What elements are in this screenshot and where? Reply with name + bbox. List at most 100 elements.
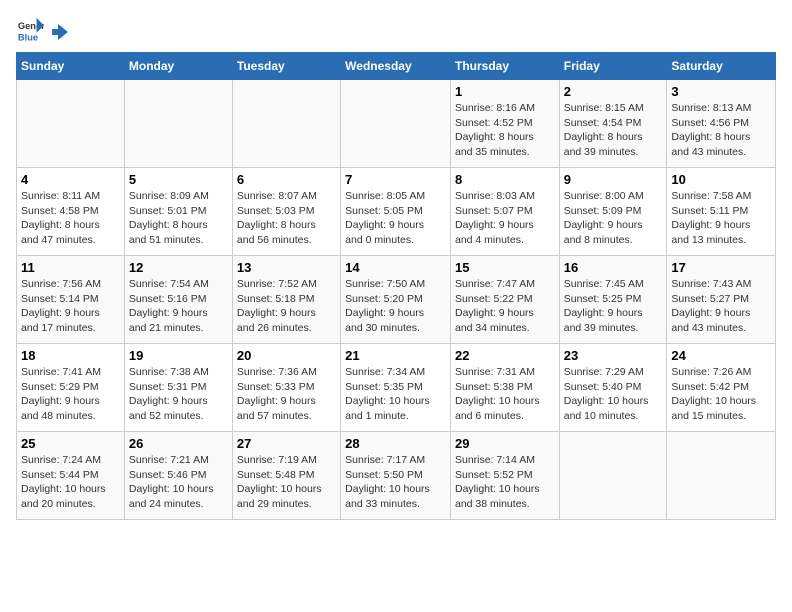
day-number: 13 xyxy=(237,260,336,275)
week-row-2: 4 Sunrise: 8:11 AM Sunset: 4:58 PM Daylig… xyxy=(17,168,776,256)
day-number: 15 xyxy=(455,260,555,275)
calendar-table: SundayMondayTuesdayWednesdayThursdayFrid… xyxy=(16,52,776,520)
weekday-header-saturday: Saturday xyxy=(667,53,776,80)
svg-text:Blue: Blue xyxy=(18,32,38,42)
day-number: 10 xyxy=(671,172,771,187)
day-number: 26 xyxy=(129,436,228,451)
calendar-cell xyxy=(124,80,232,168)
day-info: Sunrise: 7:41 AM Sunset: 5:29 PM Dayligh… xyxy=(21,365,120,424)
logo-icon: General Blue xyxy=(16,16,44,44)
day-number: 16 xyxy=(564,260,663,275)
calendar-cell: 27 Sunrise: 7:19 AM Sunset: 5:48 PM Dayli… xyxy=(232,432,340,520)
logo-arrow-icon xyxy=(50,22,70,42)
calendar-cell: 11Sunrise: 7:56 AM Sunset: 5:14 PM Dayli… xyxy=(17,256,125,344)
day-number: 24 xyxy=(671,348,771,363)
week-row-4: 18Sunrise: 7:41 AM Sunset: 5:29 PM Dayli… xyxy=(17,344,776,432)
calendar-cell: 6 Sunrise: 8:07 AM Sunset: 5:03 PM Daylig… xyxy=(232,168,340,256)
week-row-1: 1 Sunrise: 8:16 AM Sunset: 4:52 PM Daylig… xyxy=(17,80,776,168)
day-info: Sunrise: 8:00 AM Sunset: 5:09 PM Dayligh… xyxy=(564,189,663,248)
day-number: 6 xyxy=(237,172,336,187)
weekday-header-wednesday: Wednesday xyxy=(341,53,451,80)
day-info: Sunrise: 8:07 AM Sunset: 5:03 PM Dayligh… xyxy=(237,189,336,248)
day-number: 2 xyxy=(564,84,663,99)
day-number: 19 xyxy=(129,348,228,363)
day-number: 1 xyxy=(455,84,555,99)
day-info: Sunrise: 8:05 AM Sunset: 5:05 PM Dayligh… xyxy=(345,189,446,248)
calendar-cell: 7Sunrise: 8:05 AM Sunset: 5:05 PM Daylig… xyxy=(341,168,451,256)
calendar-cell: 21Sunrise: 7:34 AM Sunset: 5:35 PM Dayli… xyxy=(341,344,451,432)
calendar-cell xyxy=(559,432,667,520)
day-number: 23 xyxy=(564,348,663,363)
calendar-cell: 18Sunrise: 7:41 AM Sunset: 5:29 PM Dayli… xyxy=(17,344,125,432)
calendar-cell: 19 Sunrise: 7:38 AM Sunset: 5:31 PM Dayli… xyxy=(124,344,232,432)
day-number: 29 xyxy=(455,436,555,451)
day-number: 28 xyxy=(345,436,446,451)
day-number: 11 xyxy=(21,260,120,275)
calendar-cell: 26 Sunrise: 7:21 AM Sunset: 5:46 PM Dayli… xyxy=(124,432,232,520)
day-info: Sunrise: 8:16 AM Sunset: 4:52 PM Dayligh… xyxy=(455,101,555,160)
day-info: Sunrise: 7:36 AM Sunset: 5:33 PM Dayligh… xyxy=(237,365,336,424)
calendar-cell: 15 Sunrise: 7:47 AM Sunset: 5:22 PM Dayli… xyxy=(450,256,559,344)
weekday-header-monday: Monday xyxy=(124,53,232,80)
calendar-cell: 22Sunrise: 7:31 AM Sunset: 5:38 PM Dayli… xyxy=(450,344,559,432)
weekday-header-friday: Friday xyxy=(559,53,667,80)
weekday-header-sunday: Sunday xyxy=(17,53,125,80)
day-info: Sunrise: 7:29 AM Sunset: 5:40 PM Dayligh… xyxy=(564,365,663,424)
weekday-header-row: SundayMondayTuesdayWednesdayThursdayFrid… xyxy=(17,53,776,80)
day-info: Sunrise: 7:17 AM Sunset: 5:50 PM Dayligh… xyxy=(345,453,446,512)
calendar-cell: 20 Sunrise: 7:36 AM Sunset: 5:33 PM Dayli… xyxy=(232,344,340,432)
week-row-5: 25Sunrise: 7:24 AM Sunset: 5:44 PM Dayli… xyxy=(17,432,776,520)
day-number: 17 xyxy=(671,260,771,275)
calendar-cell: 10 Sunrise: 7:58 AM Sunset: 5:11 PM Dayli… xyxy=(667,168,776,256)
day-info: Sunrise: 8:11 AM Sunset: 4:58 PM Dayligh… xyxy=(21,189,120,248)
day-number: 9 xyxy=(564,172,663,187)
day-info: Sunrise: 7:38 AM Sunset: 5:31 PM Dayligh… xyxy=(129,365,228,424)
day-info: Sunrise: 7:47 AM Sunset: 5:22 PM Dayligh… xyxy=(455,277,555,336)
calendar-cell: 17 Sunrise: 7:43 AM Sunset: 5:27 PM Dayli… xyxy=(667,256,776,344)
calendar-cell: 9 Sunrise: 8:00 AM Sunset: 5:09 PM Daylig… xyxy=(559,168,667,256)
day-info: Sunrise: 7:52 AM Sunset: 5:18 PM Dayligh… xyxy=(237,277,336,336)
calendar-cell: 13 Sunrise: 7:52 AM Sunset: 5:18 PM Dayli… xyxy=(232,256,340,344)
day-number: 12 xyxy=(129,260,228,275)
calendar-cell: 12 Sunrise: 7:54 AM Sunset: 5:16 PM Dayli… xyxy=(124,256,232,344)
calendar-cell: 14 Sunrise: 7:50 AM Sunset: 5:20 PM Dayli… xyxy=(341,256,451,344)
calendar-cell: 29 Sunrise: 7:14 AM Sunset: 5:52 PM Dayli… xyxy=(450,432,559,520)
calendar-cell: 5 Sunrise: 8:09 AM Sunset: 5:01 PM Daylig… xyxy=(124,168,232,256)
weekday-header-tuesday: Tuesday xyxy=(232,53,340,80)
calendar-cell: 3 Sunrise: 8:13 AM Sunset: 4:56 PM Daylig… xyxy=(667,80,776,168)
week-row-3: 11Sunrise: 7:56 AM Sunset: 5:14 PM Dayli… xyxy=(17,256,776,344)
day-info: Sunrise: 8:09 AM Sunset: 5:01 PM Dayligh… xyxy=(129,189,228,248)
day-number: 20 xyxy=(237,348,336,363)
day-info: Sunrise: 7:14 AM Sunset: 5:52 PM Dayligh… xyxy=(455,453,555,512)
calendar-cell: 8 Sunrise: 8:03 AM Sunset: 5:07 PM Daylig… xyxy=(450,168,559,256)
day-info: Sunrise: 7:26 AM Sunset: 5:42 PM Dayligh… xyxy=(671,365,771,424)
day-number: 27 xyxy=(237,436,336,451)
day-info: Sunrise: 7:58 AM Sunset: 5:11 PM Dayligh… xyxy=(671,189,771,248)
day-info: Sunrise: 7:21 AM Sunset: 5:46 PM Dayligh… xyxy=(129,453,228,512)
day-number: 14 xyxy=(345,260,446,275)
calendar-cell xyxy=(667,432,776,520)
calendar-cell: 4 Sunrise: 8:11 AM Sunset: 4:58 PM Daylig… xyxy=(17,168,125,256)
logo: General Blue xyxy=(16,16,70,44)
day-number: 22 xyxy=(455,348,555,363)
calendar-cell: 25Sunrise: 7:24 AM Sunset: 5:44 PM Dayli… xyxy=(17,432,125,520)
day-number: 8 xyxy=(455,172,555,187)
calendar-cell: 1 Sunrise: 8:16 AM Sunset: 4:52 PM Daylig… xyxy=(450,80,559,168)
calendar-cell xyxy=(17,80,125,168)
day-info: Sunrise: 7:45 AM Sunset: 5:25 PM Dayligh… xyxy=(564,277,663,336)
day-info: Sunrise: 8:13 AM Sunset: 4:56 PM Dayligh… xyxy=(671,101,771,160)
day-info: Sunrise: 7:50 AM Sunset: 5:20 PM Dayligh… xyxy=(345,277,446,336)
calendar-cell xyxy=(232,80,340,168)
day-info: Sunrise: 8:03 AM Sunset: 5:07 PM Dayligh… xyxy=(455,189,555,248)
day-number: 5 xyxy=(129,172,228,187)
day-info: Sunrise: 7:43 AM Sunset: 5:27 PM Dayligh… xyxy=(671,277,771,336)
day-number: 4 xyxy=(21,172,120,187)
day-info: Sunrise: 7:54 AM Sunset: 5:16 PM Dayligh… xyxy=(129,277,228,336)
day-info: Sunrise: 7:19 AM Sunset: 5:48 PM Dayligh… xyxy=(237,453,336,512)
calendar-cell: 23 Sunrise: 7:29 AM Sunset: 5:40 PM Dayli… xyxy=(559,344,667,432)
day-number: 21 xyxy=(345,348,446,363)
day-number: 3 xyxy=(671,84,771,99)
day-info: Sunrise: 7:24 AM Sunset: 5:44 PM Dayligh… xyxy=(21,453,120,512)
calendar-cell: 24 Sunrise: 7:26 AM Sunset: 5:42 PM Dayli… xyxy=(667,344,776,432)
day-info: Sunrise: 8:15 AM Sunset: 4:54 PM Dayligh… xyxy=(564,101,663,160)
